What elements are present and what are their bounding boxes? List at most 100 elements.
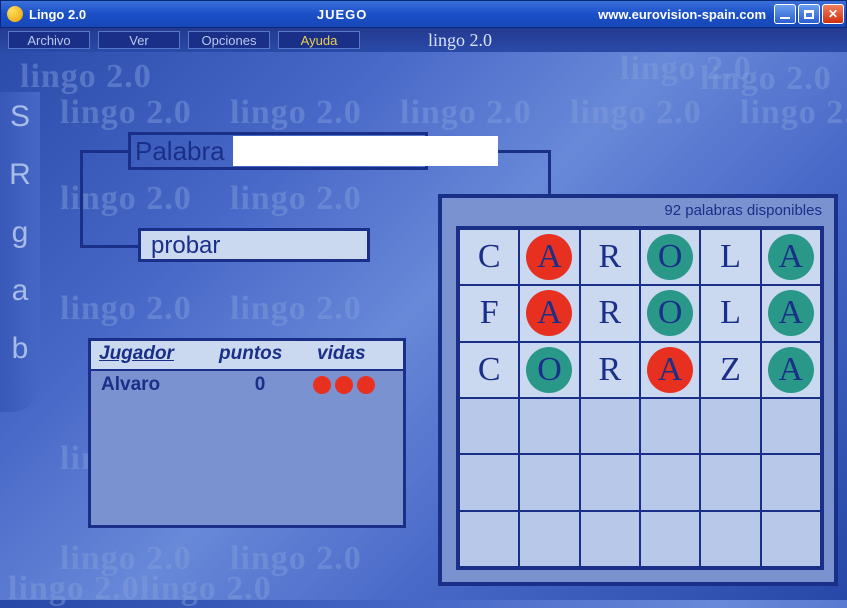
header-lives: vidas: [309, 341, 399, 369]
grid-cell: R: [580, 342, 640, 398]
watermark: lingo 2.0: [700, 60, 832, 98]
grid-cell: L: [700, 229, 760, 285]
watermark: lingo 2.0: [60, 290, 192, 328]
titlebar: Lingo 2.0 JUEGO www.eurovision-spain.com…: [0, 0, 847, 28]
app-title: Lingo 2.0: [29, 7, 86, 22]
letter-grid: CAROLAFAROLACORAZA: [456, 226, 824, 570]
header-points: puntos: [211, 341, 309, 369]
watermark: lingo 2.0: [8, 570, 140, 608]
grid-letter: F: [480, 294, 499, 332]
grid-cell: Z: [700, 342, 760, 398]
player-lives: [309, 376, 399, 394]
grid-cell: [459, 454, 519, 510]
title-center: JUEGO: [86, 7, 598, 22]
grid-cell: [640, 398, 700, 454]
score-panel: Jugador puntos vidas Alvaro0: [88, 338, 406, 528]
grid-cell: C: [459, 342, 519, 398]
app-icon: [7, 6, 23, 22]
side-letter: g: [12, 216, 29, 250]
minimize-button[interactable]: [774, 4, 796, 24]
watermark: lingo 2.0: [620, 50, 752, 88]
grid-letter: C: [478, 351, 501, 389]
grid-letter: A: [779, 351, 804, 389]
grid-cell: [519, 398, 579, 454]
grid-cell: A: [519, 285, 579, 341]
grid-cell: [761, 398, 821, 454]
grid-letter: L: [720, 294, 741, 332]
side-letter: b: [12, 332, 29, 366]
grid-cell: R: [580, 285, 640, 341]
watermark: lingo 2.0: [230, 290, 362, 328]
word-input[interactable]: [233, 136, 498, 166]
submit-button[interactable]: probar: [138, 228, 370, 262]
menu-ayuda[interactable]: Ayuda: [278, 31, 360, 49]
grid-cell: F: [459, 285, 519, 341]
grid-cell: [640, 454, 700, 510]
word-input-group: Palabra: [128, 132, 428, 170]
frame-line: [80, 150, 128, 153]
grid-cell: [761, 511, 821, 567]
menu-archivo[interactable]: Archivo: [8, 31, 90, 49]
grid-cell: [700, 398, 760, 454]
frame-line: [548, 150, 551, 195]
grid-cell: [580, 454, 640, 510]
life-dot-icon: [357, 376, 375, 394]
word-label: Palabra: [131, 136, 233, 167]
grid-cell: L: [700, 285, 760, 341]
side-letter: a: [12, 274, 29, 308]
grid-cell: [459, 398, 519, 454]
watermark: lingo 2.0: [400, 94, 532, 132]
side-letter: R: [9, 158, 31, 192]
watermark: lingo 2.0: [740, 94, 847, 132]
watermark: lingo 2.0: [140, 570, 272, 608]
grid-cell: [700, 454, 760, 510]
grid-cell: [700, 511, 760, 567]
frame-line: [80, 245, 138, 248]
grid-cell: O: [519, 342, 579, 398]
menu-opciones[interactable]: Opciones: [188, 31, 270, 49]
grid-letter: A: [779, 238, 804, 276]
grid-cell: O: [640, 285, 700, 341]
grid-panel: 92 palabras disponibles CAROLAFAROLACORA…: [438, 194, 838, 586]
grid-cell: A: [519, 229, 579, 285]
watermark: lingo 2.0: [230, 94, 362, 132]
grid-cell: A: [761, 229, 821, 285]
player-name: Alvaro: [91, 374, 211, 396]
grid-cell: [519, 511, 579, 567]
menubar: Archivo Ver Opciones Ayuda lingo 2.0: [0, 28, 847, 52]
title-url: www.eurovision-spain.com: [598, 7, 766, 22]
grid-letter: R: [598, 238, 621, 276]
available-words-label: 92 palabras disponibles: [442, 198, 834, 224]
grid-letter: O: [537, 351, 562, 389]
side-letters: SRgab: [0, 92, 40, 412]
grid-letter: A: [658, 351, 683, 389]
grid-cell: R: [580, 229, 640, 285]
player-points: 0: [211, 374, 309, 396]
grid-cell: C: [459, 229, 519, 285]
grid-cell: A: [761, 285, 821, 341]
grid-letter: A: [779, 294, 804, 332]
grid-cell: A: [761, 342, 821, 398]
maximize-button[interactable]: [798, 4, 820, 24]
score-header: Jugador puntos vidas: [91, 341, 403, 371]
grid-letter: R: [598, 294, 621, 332]
grid-letter: A: [537, 238, 562, 276]
grid-letter: R: [598, 351, 621, 389]
watermark: lingo 2.0: [60, 540, 192, 578]
header-player: Jugador: [91, 341, 211, 369]
grid-cell: O: [640, 229, 700, 285]
grid-cell: [580, 511, 640, 567]
grid-letter: O: [658, 294, 683, 332]
menu-ver[interactable]: Ver: [98, 31, 180, 49]
close-button[interactable]: ✕: [822, 4, 844, 24]
score-row: Alvaro0: [91, 371, 403, 399]
grid-letter: L: [720, 238, 741, 276]
grid-cell: [761, 454, 821, 510]
watermark: lingo 2.0: [20, 58, 152, 96]
grid-cell: [580, 398, 640, 454]
grid-cell: [459, 511, 519, 567]
grid-letter: O: [658, 238, 683, 276]
life-dot-icon: [313, 376, 331, 394]
frame-line: [80, 150, 83, 245]
watermark: lingo 2.0: [60, 94, 192, 132]
